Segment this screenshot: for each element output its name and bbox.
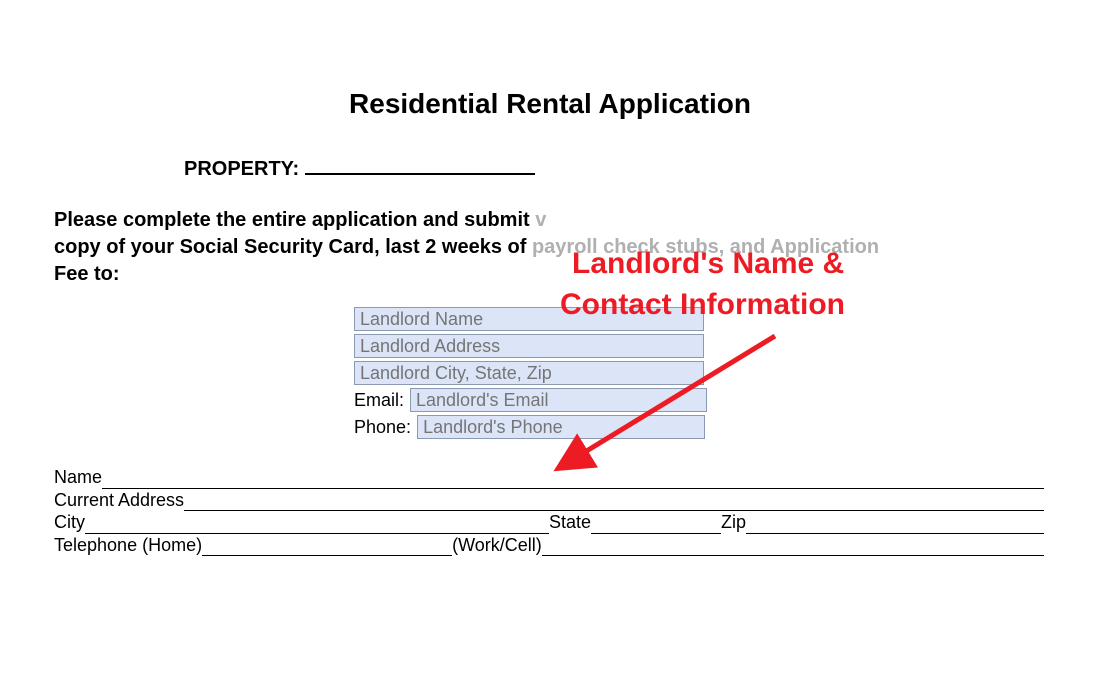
instructions-line2-faded: payroll check stubs, and Application <box>532 236 879 258</box>
applicant-name-line[interactable] <box>102 488 1044 489</box>
applicant-zip-label: Zip <box>721 511 746 534</box>
applicant-name-label: Name <box>54 466 102 489</box>
property-blank-line[interactable] <box>305 173 535 175</box>
instructions-line3: Fee to: <box>54 263 120 285</box>
applicant-telephone-home-line[interactable] <box>202 555 452 556</box>
landlord-citystatezip-row <box>354 360 1100 386</box>
landlord-phone-input[interactable] <box>417 415 705 439</box>
instructions-line1: Please complete the entire application a… <box>54 209 535 231</box>
landlord-email-input[interactable] <box>410 388 707 412</box>
applicant-state-line[interactable] <box>591 533 721 534</box>
landlord-phone-row: Phone: <box>354 414 1100 440</box>
applicant-address-label: Current Address <box>54 489 184 512</box>
landlord-citystatezip-input[interactable] <box>354 361 704 385</box>
landlord-name-input[interactable] <box>354 307 704 331</box>
landlord-address-row <box>354 333 1100 359</box>
instructions-text: Please complete the entire application a… <box>54 207 1050 288</box>
landlord-name-row <box>354 306 1100 332</box>
applicant-block: Name Current Address City State Zip Tele… <box>54 466 1044 556</box>
landlord-address-input[interactable] <box>354 334 704 358</box>
applicant-state-label: State <box>549 511 591 534</box>
applicant-city-label: City <box>54 511 85 534</box>
landlord-email-row: Email: <box>354 387 1100 413</box>
page-title: Residential Rental Application <box>0 88 1100 120</box>
landlord-block: Email: Phone: <box>354 306 1100 440</box>
applicant-telephone-home-label: Telephone (Home) <box>54 534 202 557</box>
applicant-city-state-zip-row: City State Zip <box>54 511 1044 534</box>
applicant-workcell-line[interactable] <box>542 555 1044 556</box>
property-label: PROPERTY: <box>184 158 299 181</box>
instructions-faded-piece1: v <box>535 209 546 231</box>
applicant-address-line[interactable] <box>184 510 1044 511</box>
applicant-workcell-label: (Work/Cell) <box>452 534 542 557</box>
applicant-zip-line[interactable] <box>746 533 1044 534</box>
instructions-line2: copy of your Social Security Card, last … <box>54 236 532 258</box>
landlord-phone-label: Phone: <box>354 417 411 438</box>
property-row: PROPERTY: <box>184 158 1100 181</box>
applicant-name-row: Name <box>54 466 1044 489</box>
landlord-email-label: Email: <box>354 390 404 411</box>
applicant-telephone-row: Telephone (Home) (Work/Cell) <box>54 534 1044 557</box>
applicant-address-row: Current Address <box>54 489 1044 512</box>
